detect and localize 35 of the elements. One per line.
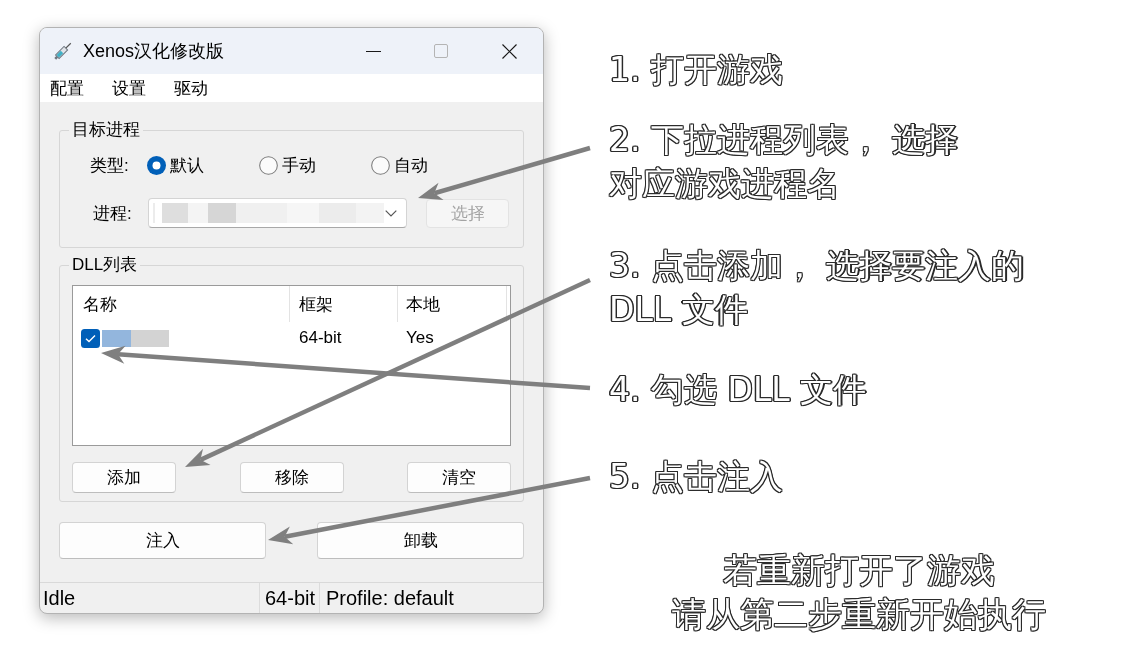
step-text: 3. 点击添加， 选择要注入的 DLL 文件	[609, 245, 1025, 331]
status-text: Profile: default	[325, 585, 454, 611]
column-header[interactable]: 框架	[290, 286, 398, 322]
radio-option[interactable]: 手动	[259, 153, 371, 177]
list-button[interactable]: 移除	[239, 462, 344, 493]
step-text: 4. 勾选 DLL 文件	[609, 369, 867, 411]
field-label: 类型:	[90, 154, 130, 177]
syringe-icon	[52, 40, 74, 62]
action-button[interactable]: 卸载	[317, 522, 524, 559]
table-cell-text: 64-bit	[298, 328, 343, 348]
status-text: 64-bit	[260, 583, 320, 613]
menu-item[interactable]: 配置	[46, 76, 88, 100]
list-button[interactable]: 添加	[72, 462, 176, 493]
checkbox[interactable]	[81, 328, 100, 348]
column-header[interactable]: 本地	[398, 286, 507, 322]
step-text: 1. 打开游戏	[609, 49, 783, 91]
group-title: DLL列表	[71, 256, 139, 274]
step-text: 5. 点击注入	[609, 456, 783, 498]
process-dropdown[interactable]	[148, 198, 407, 228]
redacted-text	[102, 329, 169, 347]
chevron-icon	[385, 209, 397, 217]
group-title: 目标进程	[71, 121, 141, 139]
list-button[interactable]: 清空	[407, 462, 511, 493]
radio-option[interactable]: 自动	[371, 153, 483, 177]
column-header[interactable]: 名称	[73, 286, 290, 322]
menu-item[interactable]: 设置	[108, 76, 150, 100]
field-label: 进程:	[92, 202, 133, 225]
window-title: Xenos汉化修改版	[83, 40, 225, 63]
radio-option[interactable]: 默认	[147, 153, 259, 177]
menu-item[interactable]: 驱动	[170, 76, 212, 100]
note-text: 若重新打开了游戏 请从第二步重新开始执行	[672, 549, 1046, 636]
table-cell-text: Yes	[405, 328, 435, 348]
action-button[interactable]: 注入	[59, 522, 266, 559]
status-text: Idle	[40, 583, 260, 613]
step-text: 2. 下拉进程列表， 选择 对应游戏进程名	[609, 119, 959, 205]
